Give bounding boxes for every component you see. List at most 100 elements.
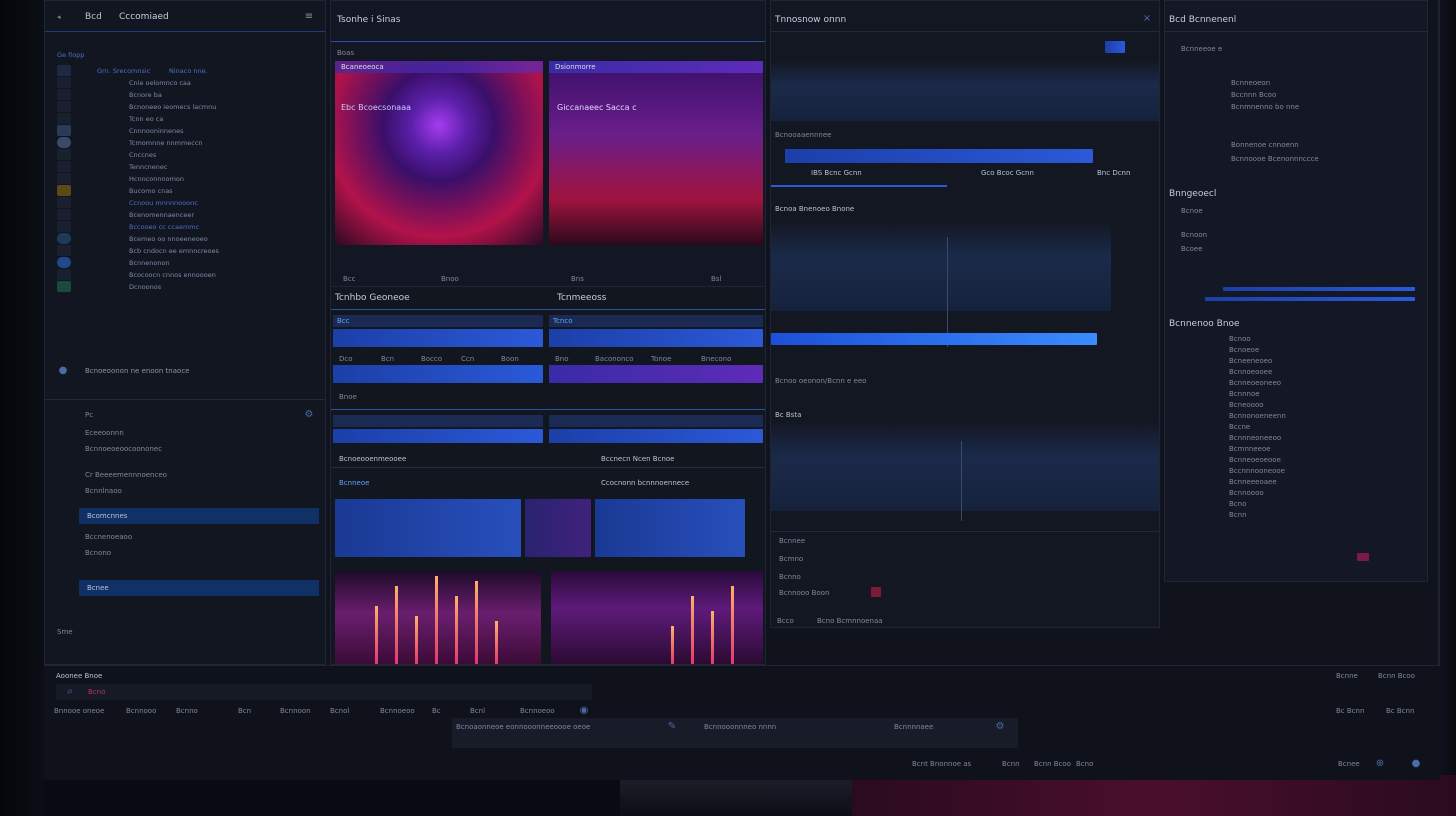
property-row[interactable]: Bcnoo (1229, 335, 1251, 343)
list-item[interactable]: Dcnoonos (57, 281, 325, 293)
button-label[interactable]: Ccn (461, 355, 474, 363)
edit-icon[interactable]: ✎ (666, 721, 678, 733)
settings-icon[interactable]: ⚙ (994, 721, 1006, 733)
list-item[interactable]: Bcenomennaenceer (57, 209, 325, 221)
list-item[interactable]: Bcnneoeon (1231, 79, 1270, 87)
effect-row[interactable] (333, 365, 543, 383)
notification-icon[interactable]: ● (1410, 758, 1422, 770)
property-row[interactable]: Bcnnoeooee (1229, 368, 1272, 376)
effect-row[interactable] (333, 429, 543, 443)
property-row[interactable]: Bcnnoooo (1229, 489, 1264, 497)
button-label[interactable]: Tonoe (651, 355, 671, 363)
list-item[interactable]: Ccnoou mnnnnooonc (57, 197, 325, 209)
status-input[interactable] (56, 684, 592, 700)
list-item[interactable]: Bcb cndocn ee emnncreoes (57, 245, 325, 257)
property-row[interactable]: Bcneeneoeo (1229, 357, 1272, 365)
list-item[interactable]: Bcnnee (779, 537, 805, 545)
info-icon[interactable]: ● (57, 365, 69, 377)
list-item[interactable]: Bcnnenonon (57, 257, 325, 269)
playhead[interactable] (947, 237, 948, 347)
column-header[interactable]: Bnnooe oneoe (54, 707, 104, 715)
list-item[interactable]: Cnie oelomnco caa (57, 77, 325, 89)
track-clip[interactable] (785, 149, 1093, 163)
selected-row[interactable] (79, 580, 319, 596)
list-item[interactable]: Cr Beeeemennnoenceo (85, 471, 167, 479)
city-image-left[interactable] (335, 571, 541, 664)
column-header[interactable]: Bcnno (176, 707, 198, 715)
close-icon[interactable]: × (1141, 13, 1153, 25)
button-label[interactable]: Bnecono (701, 355, 731, 363)
list-item[interactable]: Bcnono (85, 549, 111, 557)
list-item[interactable]: Bcocoocn cnnos ennoooen (57, 269, 325, 281)
button-label[interactable]: Dco (339, 355, 353, 363)
marker[interactable] (1105, 41, 1125, 53)
list-item[interactable]: Bcnoneeo ieomecs lacmnu (57, 101, 325, 113)
target-icon[interactable]: ⊕ (1374, 758, 1386, 770)
column-header[interactable]: Bcnol (330, 707, 349, 715)
preview-image-left[interactable]: Ebc Bcoecsonaaa Bcaneoeoca (335, 61, 543, 245)
list-item[interactable]: Bccnenoeaoo (85, 533, 132, 541)
waveform[interactable] (771, 421, 1159, 511)
effect-row[interactable] (333, 329, 543, 347)
waveform[interactable] (771, 61, 1159, 121)
list-item[interactable]: Bcnoe (1181, 207, 1203, 215)
preview-image-right[interactable]: Giccanaeec Sacca c Dsionmorre (549, 61, 763, 245)
list-item[interactable]: Grn. Srecomnsic Ninaco nne. (57, 65, 325, 77)
property-row[interactable]: Bcnnneoneeoo (1229, 434, 1281, 442)
list-item[interactable]: Bcnno (779, 573, 801, 581)
list-item[interactable]: Bcoee (1181, 245, 1203, 253)
slider[interactable] (1223, 287, 1415, 291)
column-header[interactable]: Bcn (238, 707, 251, 715)
list-item[interactable]: Cnccnes (57, 149, 325, 161)
list-item[interactable]: Bcnneeoe e (1181, 45, 1222, 53)
list-item[interactable]: Bcemeo oo nnoeeneoeo (57, 233, 325, 245)
list-item[interactable]: Bccooeo cc ccaemmc (57, 221, 325, 233)
property-row[interactable]: Bcneoooo (1229, 401, 1264, 409)
list-item[interactable]: Bcmno (779, 555, 803, 563)
collapse-icon[interactable]: ◂ (57, 13, 61, 21)
waveform[interactable] (771, 221, 1111, 311)
tab-label[interactable]: Bcd (85, 12, 102, 22)
property-row[interactable]: Bccnnnooneooe (1229, 467, 1285, 475)
list-item[interactable]: Bcnore ba (57, 89, 325, 101)
slider[interactable] (1205, 297, 1415, 301)
list-item[interactable]: Bucomo cnas (57, 185, 325, 197)
property-row[interactable]: Bcnoeoe (1229, 346, 1259, 354)
column-header[interactable]: Bc (432, 707, 441, 715)
list-item[interactable]: Tenncnenec (57, 161, 325, 173)
button-label[interactable]: Bcn (381, 355, 394, 363)
column-header[interactable]: Bcnnoeoo (520, 707, 555, 715)
column-header[interactable]: Bcnnoeoo (380, 707, 415, 715)
list-item[interactable]: Hcnnconnnomon (57, 173, 325, 185)
list-item[interactable]: Bonnenoe cnnoenn (1231, 141, 1299, 149)
city-image-right[interactable] (551, 571, 763, 664)
list-item[interactable]: Cnnnooninnenes (57, 125, 325, 137)
thumbnail[interactable] (595, 499, 745, 557)
column-header[interactable]: Bcnnoon (280, 707, 311, 715)
search-icon[interactable]: ⌕ (64, 686, 76, 698)
list-item[interactable]: Bcnoon (1181, 231, 1207, 239)
list-item[interactable]: Tcmomnne nnmmeccn (57, 137, 325, 149)
record-icon[interactable]: ◉ (578, 705, 590, 717)
list-item[interactable]: Ge fiopp (57, 49, 325, 61)
settings-icon[interactable]: ⚙ (303, 409, 315, 421)
tab-button[interactable]: Tcnco (553, 317, 573, 325)
property-row[interactable]: Bccne (1229, 423, 1250, 431)
property-row[interactable]: Bcmnneeoe (1229, 445, 1271, 453)
thumbnail[interactable] (525, 499, 591, 557)
effect-row[interactable] (549, 329, 763, 347)
button-label[interactable]: Bno (555, 355, 569, 363)
menu-icon[interactable]: ≡ (303, 11, 315, 23)
effect-row[interactable] (549, 365, 763, 383)
thumbnail[interactable] (335, 499, 521, 557)
list-item[interactable]: Eceeoonnn (85, 429, 124, 437)
list-item[interactable]: Bcnmnenno bo nne (1231, 103, 1299, 111)
property-row[interactable]: Bcnneoeoneeo (1229, 379, 1281, 387)
list-item[interactable]: Bccnnn Bcoo (1231, 91, 1276, 99)
playhead[interactable] (961, 441, 962, 521)
list-item[interactable]: Tcnn eo ca (57, 113, 325, 125)
property-row[interactable]: Bcnneoeoeooe (1229, 456, 1281, 464)
tab-button[interactable]: Bcc (337, 317, 350, 325)
property-row[interactable]: Bcnnonoeneenn (1229, 412, 1286, 420)
button-label[interactable]: Bacononco (595, 355, 634, 363)
